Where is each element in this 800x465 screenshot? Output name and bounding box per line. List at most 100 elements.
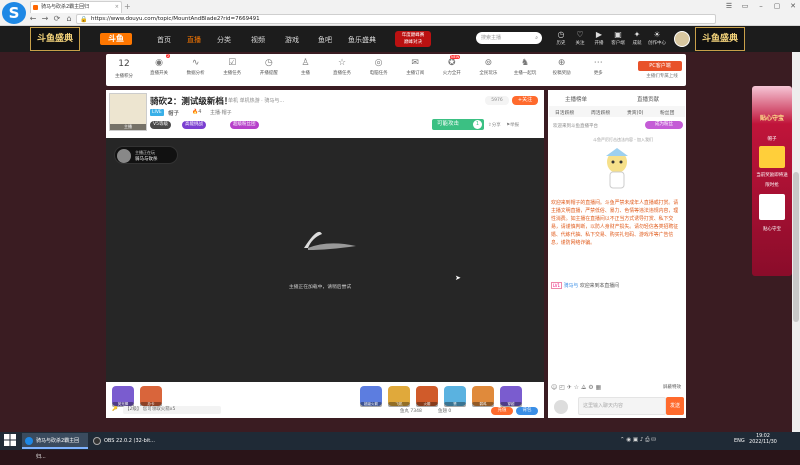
- nav-video[interactable]: 视频: [251, 35, 265, 45]
- restore-tab-button[interactable]: ▭: [738, 1, 752, 12]
- new-tab-button[interactable]: +: [124, 2, 131, 11]
- subtab-fans[interactable]: 粉丝团: [660, 109, 674, 116]
- nav-live[interactable]: 直播: [187, 35, 201, 45]
- room-avatar[interactable]: 主播: [109, 93, 147, 131]
- event-logo-right[interactable]: 斗鱼盛典: [695, 27, 745, 51]
- address-bar[interactable]: 🔒 https://www.douyu.com/topic/MountAndBla…: [76, 14, 716, 24]
- toolbar-tool[interactable]: ◉ 直播开关: [143, 56, 175, 76]
- mascot-image: [606, 148, 628, 189]
- ad-card-2[interactable]: [759, 194, 785, 220]
- playing-game-badge[interactable]: 主播正在玩 骑马与砍杀: [114, 146, 178, 164]
- chat-user-avatar[interactable]: [554, 400, 568, 414]
- close-window-button[interactable]: ✕: [786, 1, 800, 12]
- gift-item[interactable]: 超级火箭: [360, 386, 382, 407]
- nav-category[interactable]: 分类: [217, 35, 231, 45]
- subtab-weekly[interactable]: 周活跃榜: [591, 109, 610, 116]
- favicon-icon: [33, 5, 38, 10]
- join-fanclub-button[interactable]: 成为粉丝: [645, 121, 683, 129]
- superfan-chip[interactable]: 超级粉丝团: [230, 121, 259, 129]
- system-tray-icons[interactable]: ⌃ ◉ ▣ ♪ ⎙ ⛁: [620, 437, 656, 444]
- room-category[interactable]: 单机 单机热游 · 骑马与...: [228, 97, 284, 104]
- toolbar-tool[interactable]: ⋯ 更多: [582, 56, 614, 76]
- input-language[interactable]: ENG: [734, 438, 745, 444]
- follow-nav-button[interactable]: ♡ 关注: [570, 30, 590, 46]
- toolbar-tool[interactable]: ☆ 直播任务: [326, 56, 358, 76]
- taskbar-browser-item[interactable]: 骑马与砍杀2霸主回归...: [22, 433, 88, 460]
- back-icon[interactable]: ←: [28, 14, 38, 24]
- close-tab-icon[interactable]: ×: [115, 2, 119, 13]
- ad-card-1[interactable]: [759, 146, 785, 168]
- promo-badge[interactable]: 年度巅峰赛 巅峰对决: [395, 31, 431, 47]
- gift-item[interactable]: 荧光棒: [112, 386, 134, 407]
- streamer-name[interactable]: 帽子: [168, 109, 179, 117]
- forward-icon[interactable]: →: [40, 14, 50, 24]
- subtab-vip[interactable]: 贵宾(0): [627, 109, 643, 116]
- nav-yuba[interactable]: 鱼吧: [318, 35, 332, 45]
- toolbar-tool[interactable]: ⊚ 全民玩乐: [472, 56, 504, 76]
- gift-item[interactable]: 穿越: [500, 386, 522, 407]
- maximize-button[interactable]: ▢: [770, 1, 784, 12]
- chat-tool-icons[interactable]: ☺ ◰ ✈ ☆ ⟁ ⚙ ▦: [551, 384, 601, 391]
- toolbar-tool[interactable]: ✉ 主播订阅: [399, 56, 431, 76]
- share-button[interactable]: ⇪分享: [488, 122, 501, 128]
- scrollbar-thumb[interactable]: [793, 172, 799, 322]
- achievement-button[interactable]: ✦ 成就: [627, 30, 647, 46]
- send-button[interactable]: 发送: [666, 397, 684, 415]
- toolbar-tool[interactable]: ♞ 主播一起玩: [509, 56, 541, 76]
- menu-button[interactable]: ☰: [722, 1, 736, 12]
- taskbar-obs-item[interactable]: OBS 22.0.2 (32-bit...: [90, 433, 156, 449]
- creator-center-button[interactable]: ☀ 创作中心: [647, 30, 667, 46]
- history-button[interactable]: ◷ 历史: [551, 30, 571, 46]
- room-owner[interactable]: 主播·帽子: [210, 109, 232, 116]
- douyu-logo[interactable]: 斗鱼: [100, 33, 132, 45]
- toolbar-tool[interactable]: ◷ 开播提醒: [253, 56, 285, 76]
- toolbar-tool[interactable]: ◎ 电脑任务: [363, 56, 395, 76]
- reload-icon[interactable]: ⟳: [52, 14, 62, 24]
- welcome-username[interactable]: 骑马与: [564, 283, 579, 289]
- browser-tab[interactable]: 骑马与砍杀2霸主回归 ×: [30, 1, 122, 13]
- challenge-chip[interactable]: 高能挑战: [182, 121, 206, 129]
- attack-button[interactable]: 可能攻击 1: [432, 119, 484, 130]
- toolbar-tool[interactable]: ⊕ 投稿奖励: [546, 56, 578, 76]
- tab-contribution[interactable]: 直播贡献: [637, 95, 659, 103]
- backpack-button[interactable]: 背包: [516, 407, 538, 415]
- follow-button[interactable]: +关注: [512, 96, 538, 105]
- client-button[interactable]: ▣ 客户端: [608, 30, 628, 46]
- gift-item[interactable]: 办卡: [140, 386, 162, 407]
- page-scrollbar[interactable]: [792, 52, 800, 432]
- video-player[interactable]: [106, 138, 544, 382]
- chat-input[interactable]: 这里输入聊天内容: [578, 397, 666, 415]
- gift-item[interactable]: 弱鸡: [472, 386, 494, 407]
- nav-festival[interactable]: 鱼乐盛典: [348, 35, 376, 45]
- windows-start-icon[interactable]: [4, 434, 16, 446]
- search-input[interactable]: 搜索主播 ⌕: [476, 32, 542, 44]
- search-icon[interactable]: ⌕: [535, 32, 538, 44]
- subtab-daily[interactable]: 日活跃榜: [555, 109, 574, 116]
- mask-effects-toggle[interactable]: 屏蔽特效: [663, 384, 681, 390]
- go-live-button[interactable]: ▶ 开播: [589, 30, 609, 46]
- gift-item[interactable]: 赞: [444, 386, 466, 407]
- toolbar-tool[interactable]: ☑ 主播任务: [216, 56, 248, 76]
- tab-anchor-rank[interactable]: 主播榜单: [565, 95, 587, 103]
- nav-game[interactable]: 游戏: [285, 35, 299, 45]
- user-avatar[interactable]: [674, 31, 690, 47]
- report-button[interactable]: ⚑举报: [506, 122, 519, 128]
- view-count: 5976: [485, 96, 509, 105]
- recharge-button[interactable]: 充值: [491, 407, 513, 415]
- minimize-button[interactable]: –: [754, 1, 768, 12]
- pc-client-button[interactable]: PC客户端: [638, 61, 682, 71]
- browser-logo-icon[interactable]: S: [2, 2, 26, 24]
- share-label: 分享: [491, 123, 501, 128]
- level-chip[interactable]: V5等级: [150, 121, 171, 129]
- toolbar-tool[interactable]: ∿ 数据分析: [180, 56, 212, 76]
- gift-item[interactable]: 飞机: [388, 386, 410, 407]
- toolbar-tool-icon: ♞: [520, 58, 530, 68]
- event-logo-left[interactable]: 斗鱼盛典: [30, 27, 80, 51]
- taskbar-clock[interactable]: 19:02 2022/11/30: [748, 434, 778, 446]
- toolbar-tool[interactable]: ♙ 主播: [289, 56, 321, 76]
- gift-item[interactable]: 火箭: [416, 386, 438, 407]
- nav-home[interactable]: 首页: [157, 35, 171, 45]
- level-reward-text[interactable]: 【2级】 您可领取火箭x5: [123, 406, 221, 414]
- toolbar-tool[interactable]: ✪ 火力全开: [436, 56, 468, 76]
- home-icon[interactable]: ⌂: [64, 14, 74, 24]
